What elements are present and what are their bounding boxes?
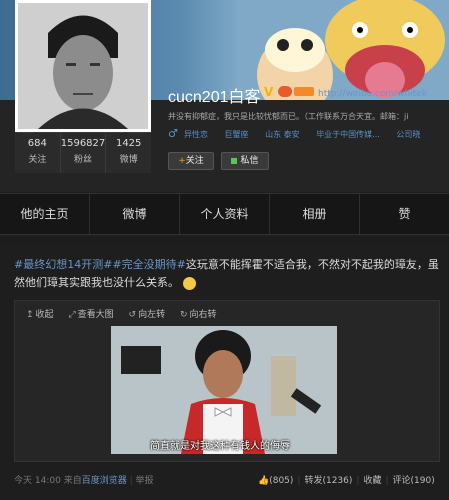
post-time[interactable]: 今天 14:00: [14, 476, 61, 486]
follow-button[interactable]: +关注: [168, 152, 214, 170]
collapse-button[interactable]: ↥ 收起: [26, 310, 54, 320]
like-button[interactable]: 👍(805): [258, 476, 293, 486]
rotate-left-button[interactable]: ↺ 向左转: [129, 310, 166, 320]
profile-tags: 异性恋 巨蟹座 山东 泰安 毕业于中国传媒... 公司晓: [184, 129, 434, 140]
avatar[interactable]: [15, 0, 151, 132]
vip-badge-icon[interactable]: [278, 86, 292, 97]
report-link[interactable]: 举报: [136, 476, 154, 486]
tag-location[interactable]: 山东 泰安: [265, 130, 300, 139]
plus-icon: +: [178, 156, 186, 166]
avatar-portrait: [18, 3, 148, 129]
collapse-label: 收起: [35, 310, 54, 320]
post-meta: 今天 14:00 来自百度浏览器 | 举报: [14, 473, 154, 486]
topic-link[interactable]: #最终幻想14开测#: [14, 258, 112, 271]
tab-album[interactable]: 相册: [270, 194, 360, 234]
message-icon: [231, 157, 238, 164]
tab-profile[interactable]: 个人资料: [180, 194, 270, 234]
topic-link[interactable]: #完全没期待#: [112, 258, 185, 271]
divider: |: [385, 476, 389, 486]
stat-followers[interactable]: 1596827 粉丝: [61, 133, 107, 173]
verified-badge-icon[interactable]: V: [264, 85, 276, 99]
message-label: 私信: [240, 156, 259, 166]
photo-caption: 简直就是对我这种有钱人的侮辱: [150, 441, 290, 452]
divider: |: [129, 476, 133, 486]
level-badge-icon[interactable]: [294, 87, 314, 96]
post-actions: 👍(805) | 转发(1236) | 收藏 | 评论(190): [258, 473, 435, 486]
source-prefix: 来自: [63, 476, 82, 486]
thumb-up-icon: 👍: [258, 476, 270, 486]
like-count: (805): [269, 476, 294, 486]
post-text: #最终幻想14开测##完全没期待#这玩意不能挥霍不适合我，不然对不起我的璋友，虽…: [14, 256, 439, 292]
follow-label: 关注: [185, 156, 204, 166]
view-large-button[interactable]: ⤢ 查看大图: [68, 310, 113, 320]
profile-stats: 684 关注 1596827 粉丝 1425 微博: [15, 132, 151, 173]
avatar-photo: [18, 3, 148, 129]
view-large-label: 查看大图: [77, 310, 114, 320]
photo-scene: [111, 326, 337, 454]
profile-nav: 他的主页 微博 个人资料 相册 赞: [0, 193, 449, 235]
stat-value: 1596827: [60, 138, 106, 149]
favorite-button[interactable]: 收藏: [363, 476, 381, 486]
stat-label: 粉丝: [74, 155, 93, 165]
rotate-right-label: 向右转: [189, 310, 217, 320]
comment-button[interactable]: 评论(190): [393, 476, 435, 486]
stat-posts[interactable]: 1425 微博: [106, 133, 151, 173]
profile-url-link[interactable]: http://weibo.com/whitek: [318, 89, 427, 99]
tab-home[interactable]: 他的主页: [0, 194, 90, 234]
stat-following[interactable]: 684 关注: [15, 133, 61, 173]
stat-value: 684: [27, 138, 47, 149]
stat-value: 1425: [115, 138, 142, 149]
divider: |: [356, 476, 360, 486]
media-toolbar: ↥ 收起 ⤢ 查看大图 ↺ 向左转 ↻ 向右转: [26, 307, 229, 320]
stat-label: 微博: [119, 155, 138, 165]
tag-orientation[interactable]: 异性恋: [184, 130, 208, 139]
post-photo[interactable]: [111, 326, 337, 454]
message-button[interactable]: 私信: [221, 152, 269, 170]
smile-emoji-icon: [182, 276, 196, 290]
rotate-right-button[interactable]: ↻ 向右转: [180, 310, 217, 320]
repost-button[interactable]: 转发(1236): [304, 476, 352, 486]
tab-weibo[interactable]: 微博: [90, 194, 180, 234]
male-icon: ♂: [168, 127, 178, 140]
tag-company[interactable]: 公司晓: [396, 130, 420, 139]
tag-zodiac[interactable]: 巨蟹座: [225, 130, 249, 139]
expand-icon: ⤢: [68, 310, 76, 320]
rotate-left-label: 向左转: [138, 310, 166, 320]
profile-name: cucn201白客: [168, 89, 261, 106]
profile-bio: 并没有抑郁症，我只是比较忧郁而已。（工作联系万合天宜。邮箱：ji: [168, 112, 409, 121]
stat-label: 关注: [28, 155, 47, 165]
source-link[interactable]: 百度浏览器: [82, 476, 127, 486]
arrow-up-icon: ↥: [26, 310, 34, 320]
divider: |: [297, 476, 301, 486]
rotate-right-icon: ↻: [179, 310, 188, 320]
tag-school[interactable]: 毕业于中国传媒...: [316, 130, 380, 139]
tab-likes[interactable]: 赞: [360, 194, 449, 234]
rotate-left-icon: ↺: [128, 310, 137, 320]
